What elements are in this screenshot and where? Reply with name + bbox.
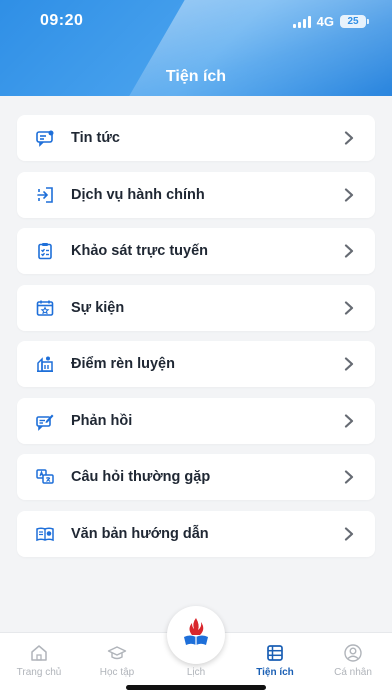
menu-item-label: Điểm rèn luyện [71, 356, 175, 372]
status-bar: 09:20 4G 25 [0, 0, 392, 44]
utilities-menu: Tin tức Dịch vụ hành chính Khảo sát trực… [17, 115, 375, 567]
news-icon [35, 128, 55, 148]
tab-home[interactable]: Trang chủ [0, 633, 78, 683]
app-logo [178, 615, 214, 656]
chevron-right-icon [341, 300, 357, 316]
admin-services-icon [35, 185, 55, 205]
menu-item-label: Dịch vụ hành chính [71, 186, 205, 203]
chevron-right-icon [341, 187, 357, 203]
chevron-right-icon [341, 243, 357, 259]
menu-item-survey[interactable]: Khảo sát trực tuyến [17, 228, 375, 274]
chevron-right-icon [341, 526, 357, 542]
menu-item-label: Tin tức [71, 130, 120, 146]
home-icon [29, 643, 49, 663]
header: 09:20 4G 25 Tiện ích [0, 0, 392, 96]
utilities-icon [265, 643, 285, 663]
menu-item-label: Khảo sát trực tuyến [71, 243, 208, 259]
chevron-right-icon [341, 413, 357, 429]
tab-utilities[interactable]: Tiện ích [236, 633, 314, 683]
menu-item-admin-services[interactable]: Dịch vụ hành chính [17, 171, 375, 218]
home-indicator [126, 685, 266, 690]
chevron-right-icon [341, 130, 357, 146]
calendar-event-icon [35, 298, 55, 318]
tab-study[interactable]: Học tập [78, 633, 156, 683]
menu-item-label: Văn bản hướng dẫn [71, 525, 209, 542]
tab-label: Cá nhân [334, 667, 372, 678]
feedback-icon [35, 411, 55, 431]
menu-item-label: Câu hỏi thường gặp [71, 469, 211, 485]
signal-icon [292, 15, 311, 28]
profile-icon [343, 643, 363, 663]
menu-item-feedback[interactable]: Phản hồi [17, 397, 375, 444]
menu-item-guide-documents[interactable]: Văn bản hướng dẫn [17, 510, 375, 557]
tab-label: Tiện ích [256, 667, 294, 678]
menu-item-label: Sự kiện [71, 299, 125, 316]
guide-document-icon [35, 524, 55, 544]
survey-clipboard-icon [35, 241, 55, 261]
status-indicators: 4G 25 [292, 14, 369, 29]
menu-item-news[interactable]: Tin tức [17, 115, 375, 161]
tab-label: Lịch [186, 667, 206, 678]
battery-icon: 25 [340, 15, 369, 28]
menu-item-faq[interactable]: Câu hỏi thường gặp [17, 454, 375, 500]
menu-item-training-score[interactable]: Điểm rèn luyện [17, 341, 375, 387]
tab-profile[interactable]: Cá nhân [314, 633, 392, 683]
menu-item-label: Phản hồi [71, 412, 133, 429]
app-logo-button[interactable] [167, 606, 225, 664]
chevron-right-icon [341, 469, 357, 485]
network-type: 4G [316, 14, 334, 29]
training-score-icon [35, 354, 55, 374]
faq-icon [35, 467, 55, 487]
menu-item-events[interactable]: Sự kiện [17, 284, 375, 331]
tab-label: Trang chủ [16, 667, 62, 678]
tab-label: Học tập [99, 667, 135, 678]
status-time: 09:20 [40, 12, 84, 29]
chevron-right-icon [341, 356, 357, 372]
page-title: Tiện ích [165, 68, 227, 85]
graduation-cap-icon [107, 643, 127, 663]
